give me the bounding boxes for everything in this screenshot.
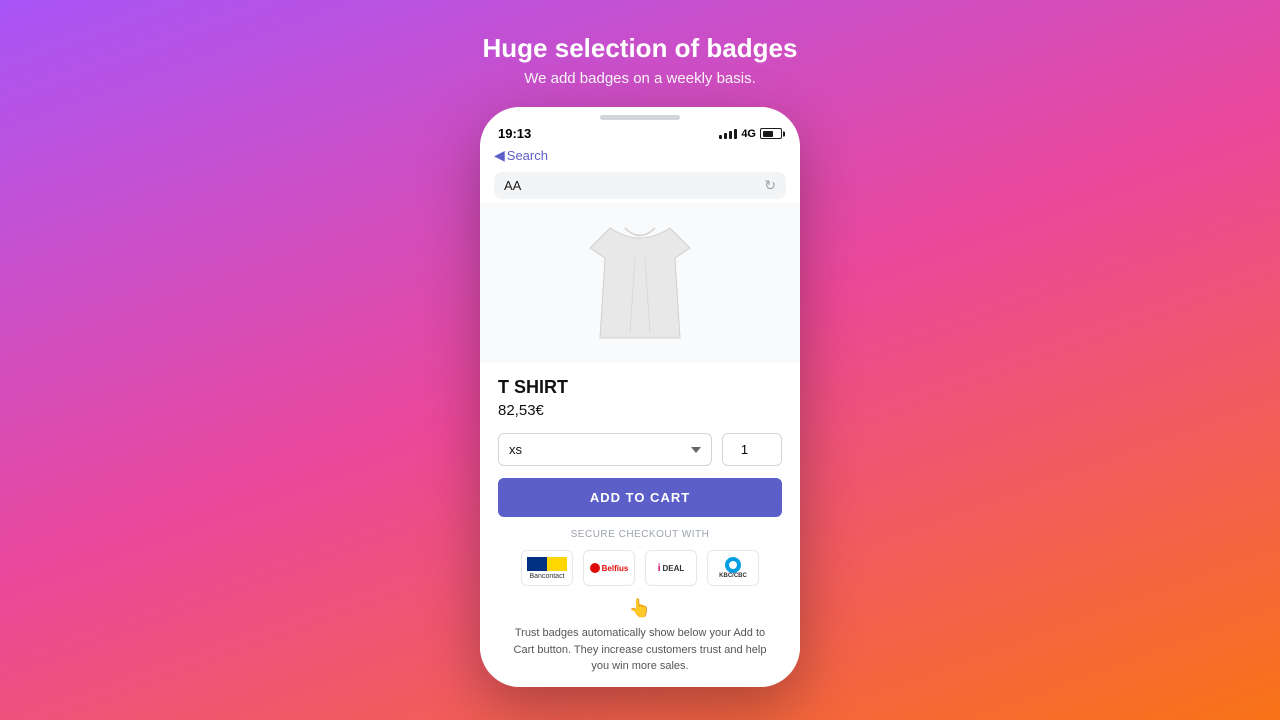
signal-bar-3 xyxy=(729,131,732,139)
network-label: 4G xyxy=(741,128,756,140)
stripe-yellow xyxy=(547,557,567,571)
trust-emoji: 👆 xyxy=(512,598,768,619)
product-image-area xyxy=(480,203,800,363)
product-image xyxy=(580,218,700,348)
belfius-dot xyxy=(590,563,600,573)
signal-icon xyxy=(719,129,737,139)
phone-content: T SHIRT 82,53€ xs s m l xl ADD TO CART xyxy=(480,203,800,687)
nav-bar: ◀ Search xyxy=(480,145,800,168)
stripe-blue xyxy=(527,557,547,571)
trust-section: 👆 Trust badges automatically show below … xyxy=(498,598,782,675)
status-time: 19:13 xyxy=(498,126,531,141)
belfius-badge: Belfius xyxy=(583,550,635,586)
signal-bar-1 xyxy=(719,135,722,139)
product-info: T SHIRT 82,53€ xs s m l xl ADD TO CART xyxy=(480,363,800,675)
header-subtitle: We add badges on a weekly basis. xyxy=(483,70,798,87)
ideal-label: DEAL xyxy=(663,564,685,573)
variant-row: xs s m l xl xyxy=(498,433,782,466)
battery-fill xyxy=(763,131,773,137)
signal-bar-2 xyxy=(724,133,727,139)
quantity-input[interactable] xyxy=(722,433,782,466)
bancontact-stripe xyxy=(527,557,567,571)
status-bar: 19:13 4G xyxy=(480,124,800,145)
bancontact-badge: Bancontact xyxy=(521,550,573,586)
address-text: AA xyxy=(504,178,764,193)
signal-bar-4 xyxy=(734,129,737,139)
phone-notch-pill xyxy=(600,115,680,120)
size-select[interactable]: xs s m l xl xyxy=(498,433,712,466)
trust-text: Trust badges automatically show below yo… xyxy=(512,625,768,675)
reload-icon[interactable]: ↻ xyxy=(764,177,776,194)
ideal-icon: i xyxy=(658,563,661,574)
kbc-label: KBC/CBC xyxy=(719,573,747,579)
phone-notch-bar xyxy=(480,107,800,124)
belfius-text: Belfius xyxy=(602,564,629,573)
battery-icon xyxy=(760,128,782,139)
nav-back-label: Search xyxy=(507,148,548,163)
ideal-badge: i DEAL xyxy=(645,550,697,586)
address-bar[interactable]: AA ↻ xyxy=(494,172,786,199)
header-section: Huge selection of badges We add badges o… xyxy=(483,33,798,87)
belfius-logo: Belfius xyxy=(590,563,629,573)
bancontact-label: Bancontact xyxy=(529,573,564,580)
kbc-badge: KBC/CBC xyxy=(707,550,759,586)
phone-frame: 19:13 4G ◀ Search A xyxy=(480,107,800,687)
add-to-cart-button[interactable]: ADD TO CART xyxy=(498,478,782,517)
kbc-circle xyxy=(725,557,741,573)
product-name: T SHIRT xyxy=(498,377,782,398)
kbc-inner-circle xyxy=(729,561,737,569)
ideal-inner: i DEAL xyxy=(658,563,685,574)
page-wrapper: Huge selection of badges We add badges o… xyxy=(0,0,1280,720)
header-title: Huge selection of badges xyxy=(483,33,798,64)
status-right: 4G xyxy=(719,128,782,140)
back-arrow-icon: ◀ xyxy=(494,147,505,164)
payment-badges: Bancontact Belfius i DEAL xyxy=(498,550,782,586)
product-price: 82,53€ xyxy=(498,402,782,419)
secure-checkout-label: SECURE CHECKOUT WITH xyxy=(498,529,782,540)
nav-back-button[interactable]: ◀ Search xyxy=(494,147,548,164)
